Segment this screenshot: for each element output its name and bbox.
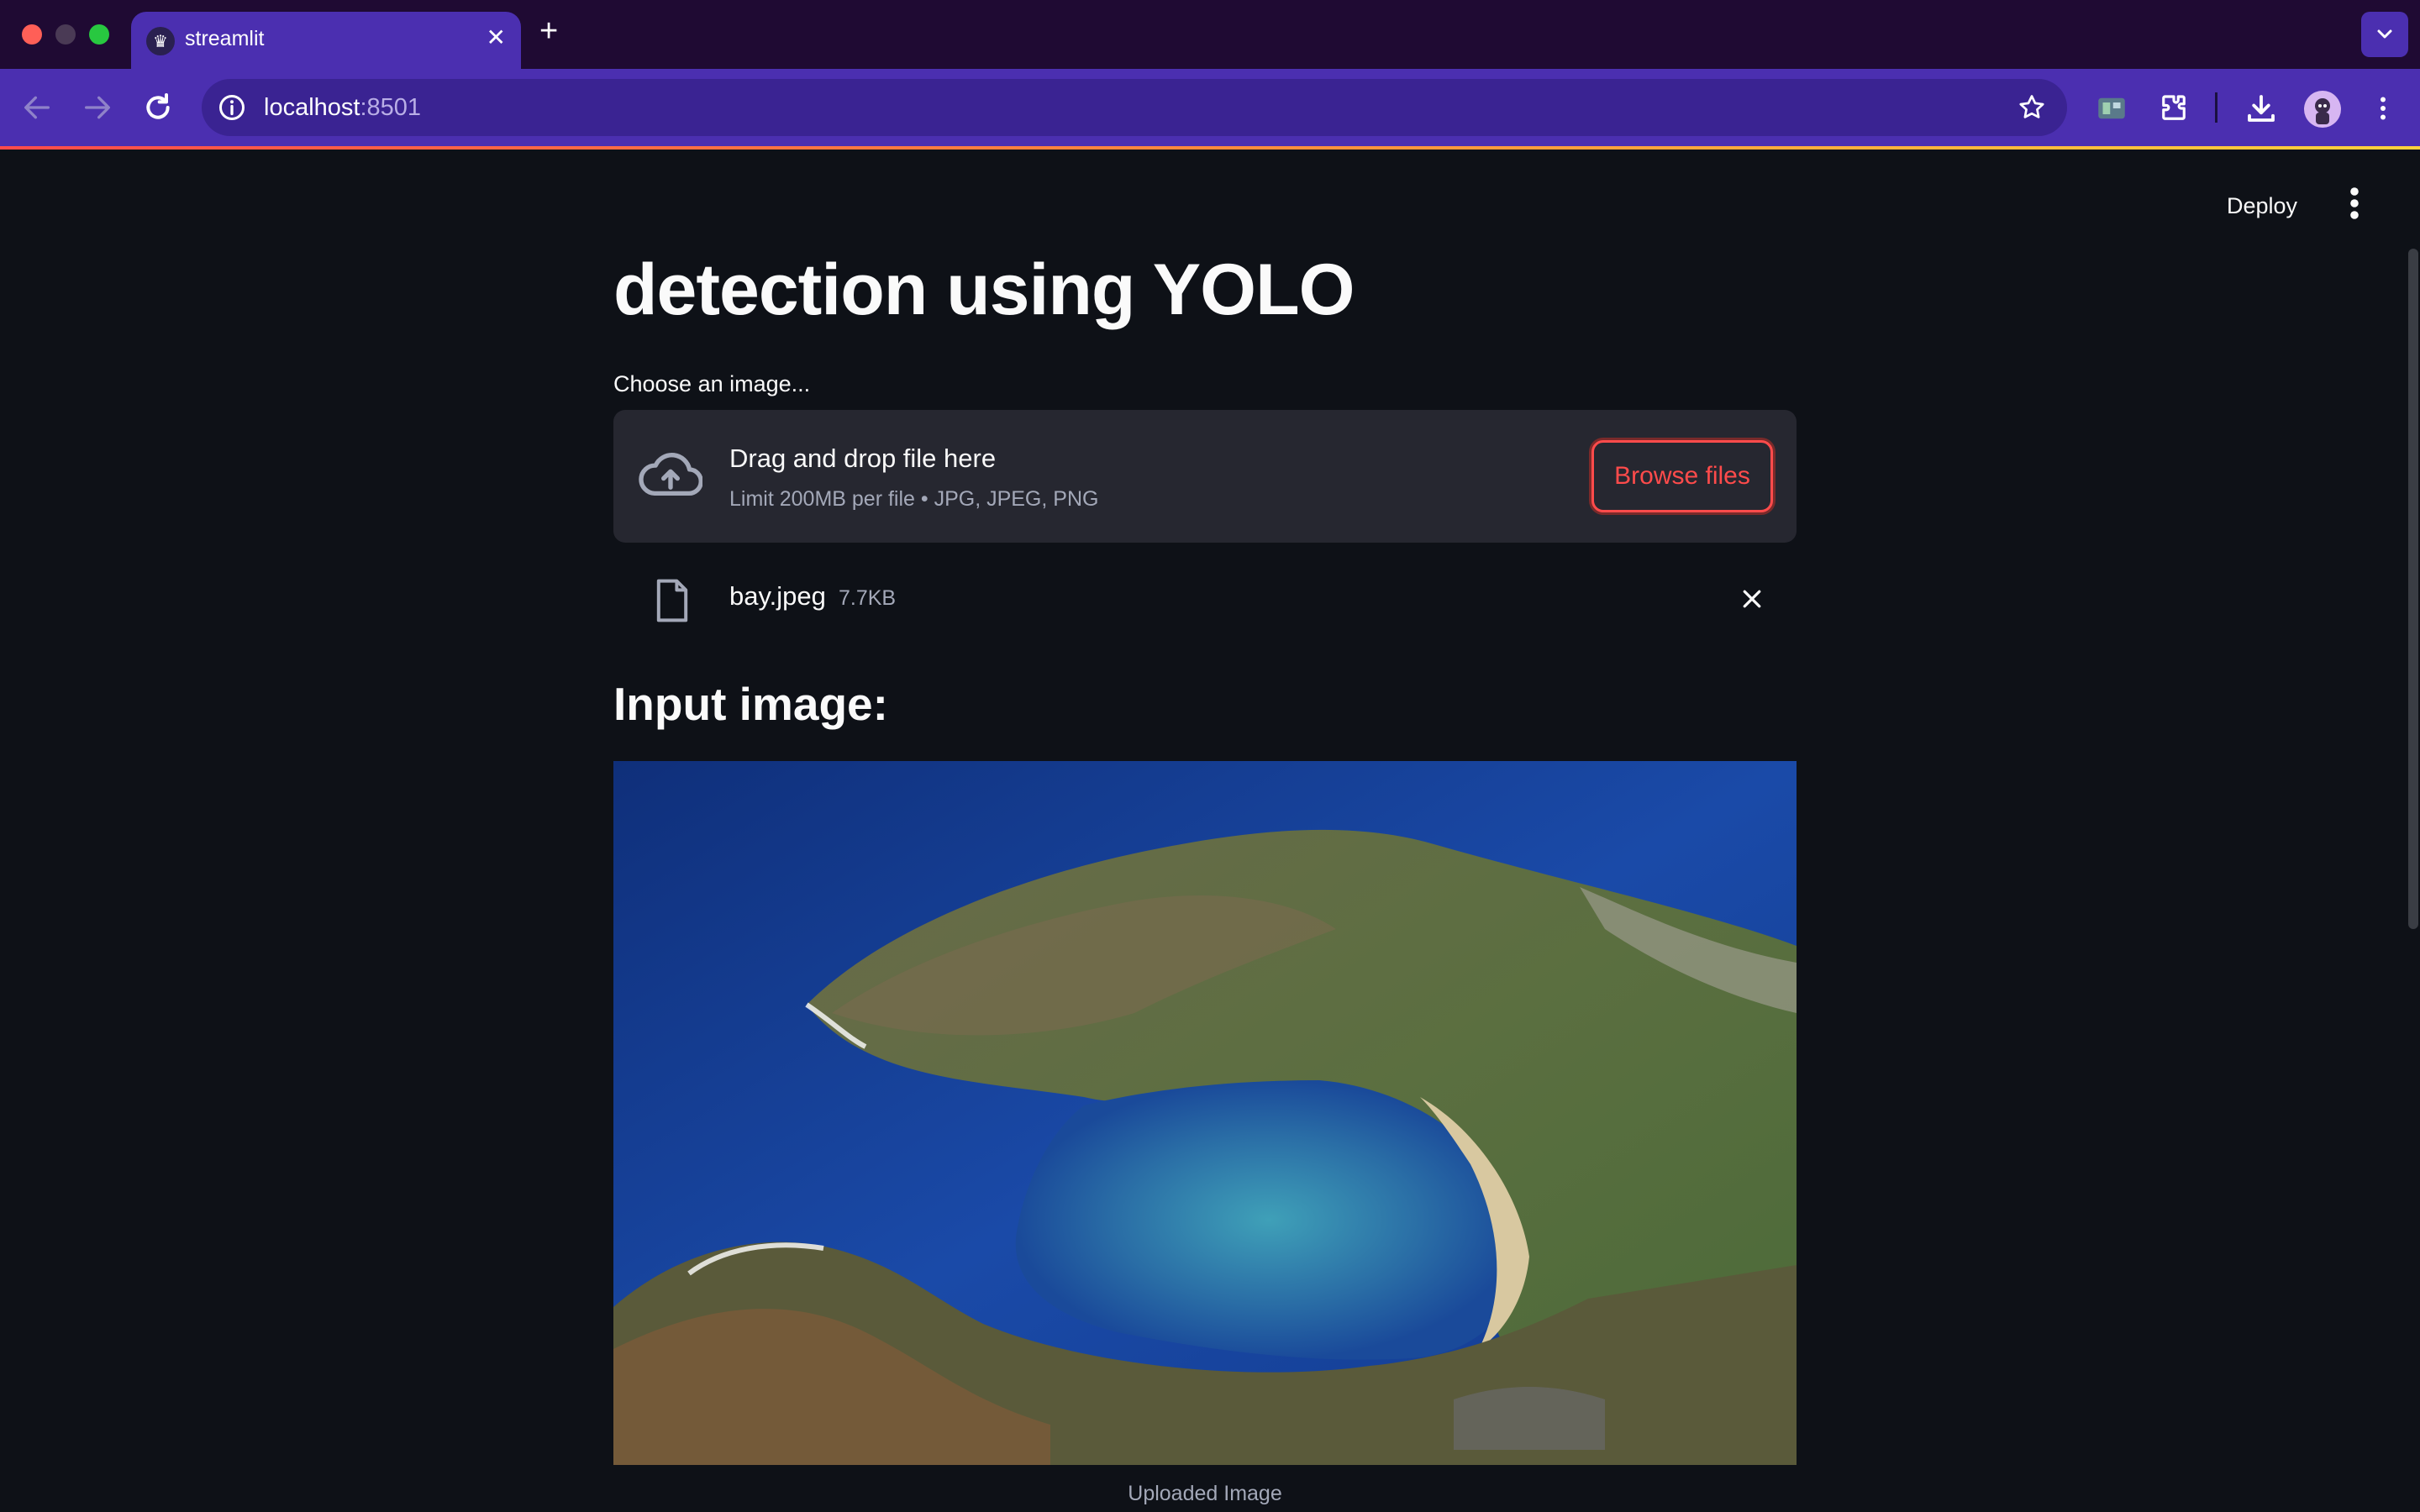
window-minimize-button[interactable] — [55, 24, 76, 45]
remove-file-close-icon[interactable] — [1739, 586, 1765, 612]
uploaded-image — [613, 761, 1797, 1465]
browser-tab-active[interactable]: ♛ streamlit ✕ — [131, 12, 521, 69]
forward-icon[interactable] — [81, 91, 114, 124]
profile-avatar[interactable] — [2304, 91, 2341, 128]
tab-title: streamlit — [185, 27, 265, 50]
tab-close-icon[interactable]: ✕ — [487, 24, 506, 51]
tab-search-button[interactable] — [2361, 12, 2408, 57]
image-caption: Uploaded Image — [1128, 1482, 1282, 1505]
browser-toolbar: localhost:8501 — [0, 69, 2420, 148]
window-maximize-button[interactable] — [89, 24, 109, 45]
info-icon[interactable] — [217, 92, 247, 123]
browser-tab-bar: ♛ streamlit ✕ + — [0, 0, 2420, 69]
file-dropzone[interactable]: Drag and drop file here Limit 200MB per … — [613, 410, 1797, 543]
cloud-upload-icon — [639, 453, 702, 496]
uploaded-file-name: bay.jpeg — [729, 581, 826, 611]
download-icon[interactable] — [2244, 91, 2279, 126]
star-icon[interactable] — [2017, 92, 2047, 123]
uploaded-file-row: bay.jpeg 7.7KB — [613, 570, 1797, 645]
toolbar-divider — [2215, 92, 2217, 123]
url-port: :8501 — [360, 94, 422, 121]
window-close-button[interactable] — [22, 24, 42, 45]
browser-menu-icon[interactable] — [2368, 91, 2398, 126]
url-text[interactable]: localhost:8501 — [264, 94, 421, 122]
page-scrollbar[interactable] — [2408, 249, 2418, 929]
aerial-bay-photo — [613, 761, 1797, 1465]
more-vert-icon[interactable] — [2343, 186, 2366, 220]
deploy-button[interactable]: Deploy — [2227, 193, 2297, 219]
dropzone-title: Drag and drop file here — [729, 444, 997, 473]
input-image-heading: Input image: — [613, 678, 888, 730]
uploaded-file-size: 7.7KB — [839, 586, 897, 610]
browse-files-button[interactable]: Browse files — [1591, 440, 1773, 512]
new-tab-plus-icon[interactable]: + — [539, 13, 558, 50]
back-icon[interactable] — [20, 91, 54, 124]
dropzone-limit-text: Limit 200MB per file • JPG, JPEG, PNG — [729, 487, 1099, 511]
file-uploader-label: Choose an image... — [613, 371, 811, 396]
streamlit-favicon-icon: ♛ — [146, 27, 175, 55]
address-bar[interactable]: localhost:8501 — [202, 79, 2067, 136]
page-title: detection using YOLO — [613, 249, 1355, 330]
file-icon — [656, 579, 688, 622]
streamlit-app: Deploy detection using YOLO Choose an im… — [0, 150, 2420, 1512]
url-host: localhost — [264, 94, 360, 121]
extension-app-icon[interactable] — [2094, 91, 2129, 126]
extensions-puzzle-icon[interactable] — [2156, 91, 2191, 126]
reload-icon[interactable] — [141, 91, 175, 124]
avatar-image-icon — [2315, 98, 2330, 124]
chevron-down-icon — [2377, 29, 2392, 39]
